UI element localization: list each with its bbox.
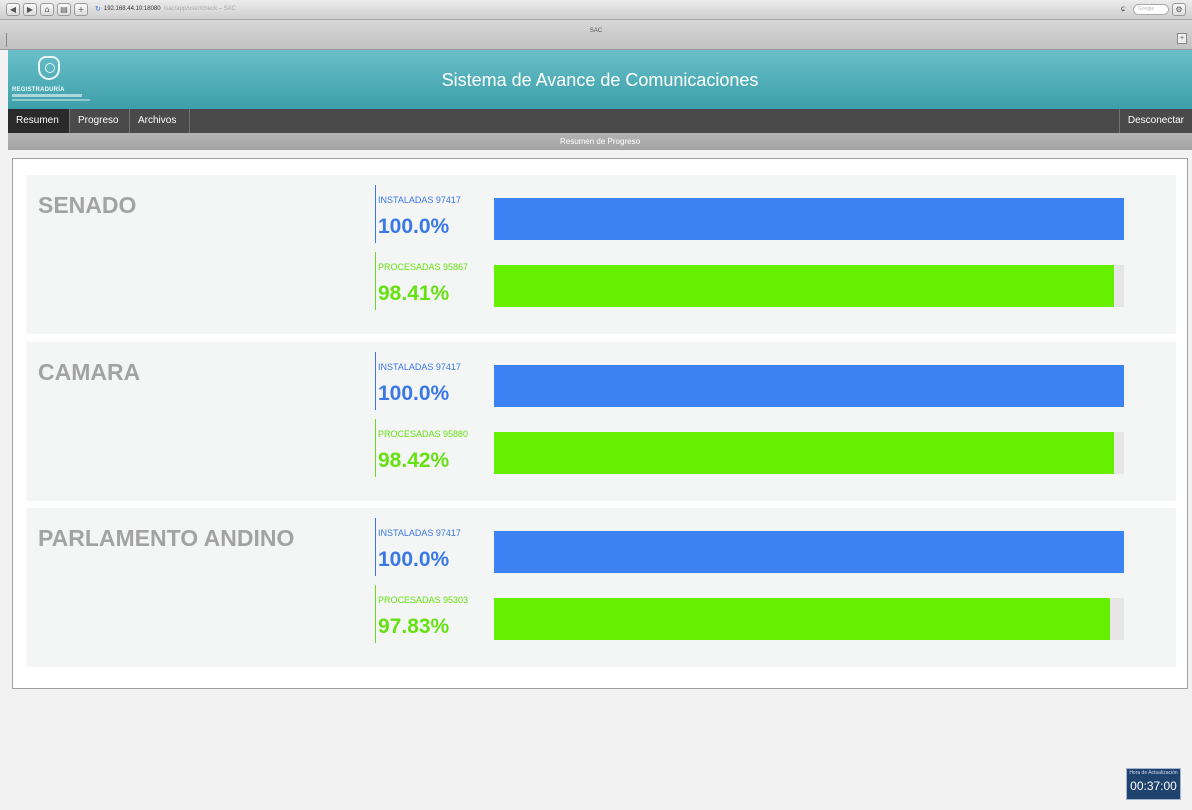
forward-button[interactable]: ▶ [23,3,37,16]
processed-bar [494,432,1115,474]
processed-metric: PROCESADAS 95303 97.83% [375,585,1150,643]
progress-panel: SENADO INSTALADAS 97417 100.0% PROCESADA… [12,158,1188,689]
new-tab-button[interactable]: + [1177,33,1187,44]
rss-icon[interactable]: ɕ [1116,3,1130,16]
installed-label: INSTALADAS 97417 [378,195,461,205]
progress-track [494,198,1124,240]
progress-track [494,365,1124,407]
add-tab-button[interactable]: + [74,3,88,16]
update-timer: Hora de Actualización 00:37:00 [1126,768,1181,800]
installed-percent: 100.0% [378,382,450,405]
logo-tagline [12,94,82,97]
installed-metric: INSTALADAS 97417 100.0% [375,185,1150,243]
progress-track [494,598,1124,640]
logo-tagline-small [12,99,90,101]
installed-percent: 100.0% [378,215,450,238]
section-title: CAMARA [38,359,141,385]
search-input[interactable]: Google [1133,4,1169,15]
metric-marker [375,419,376,477]
installed-label: INSTALADAS 97417 [378,528,461,538]
metric-marker [375,252,376,310]
processed-label: PROCESADAS 95867 [378,262,469,272]
processed-percent: 98.42% [378,449,450,472]
reload-icon[interactable]: ↻ [95,3,101,16]
home-icon[interactable]: ⌂ [40,3,54,16]
metric-marker [375,585,376,643]
toolbar-right: ɕ Google ⚙ [1116,3,1186,16]
back-button[interactable]: ◀ [6,3,20,16]
progress-track [494,265,1124,307]
processed-percent: 98.41% [378,282,450,305]
metric-marker [375,518,376,576]
installed-metric: INSTALADAS 97417 100.0% [375,352,1150,410]
settings-icon[interactable]: ⚙ [1172,3,1186,16]
processed-metric: PROCESADAS 95880 98.42% [375,419,1150,477]
app-header: REGISTRADURÍA Sistema de Avance de Comun… [8,50,1192,109]
bookmarks-icon[interactable]: ▤ [57,3,71,16]
nav-resumen[interactable]: Resumen [8,109,70,133]
tab-divider [6,33,7,47]
address-host: 192.168.44.10:18080 [103,6,161,12]
logout-button[interactable]: Desconectar [1118,109,1192,133]
section-parlamento-andino: PARLAMENTO ANDINO INSTALADAS 97417 100.0… [26,508,1176,667]
section-title: PARLAMENTO ANDINO [38,525,295,551]
metric-marker [375,352,376,410]
metric-marker [375,185,376,243]
installed-bar [494,198,1124,240]
processed-percent: 97.83% [378,615,450,638]
installed-bar [494,531,1124,573]
section-senado: SENADO INSTALADAS 97417 100.0% PROCESADA… [26,175,1176,334]
main-nav: Resumen Progreso Archivos Desconectar [8,109,1192,133]
section-camara: CAMARA INSTALADAS 97417 100.0% PROCESADA… [26,342,1176,501]
processed-metric: PROCESADAS 95867 98.41% [375,252,1150,310]
timer-label: Hora de Actualización [1129,770,1178,776]
app-title: Sistema de Avance de Comunicaciones [441,70,759,90]
processed-bar [494,265,1114,307]
address-path: /sac/app/user/check – SAC [163,6,236,12]
tab-bar: SAC + [0,20,1192,50]
timer-value: 00:37:00 [1130,779,1177,793]
installed-metric: INSTALADAS 97417 100.0% [375,518,1150,576]
nav-archivos[interactable]: Archivos [130,109,190,133]
installed-percent: 100.0% [378,548,450,571]
section-header: Resumen de Progreso [8,133,1192,150]
installed-bar [494,365,1124,407]
installed-label: INSTALADAS 97417 [378,362,461,372]
progress-track [494,432,1124,474]
browser-toolbar: ◀ ▶ ⌂ ▤ + ↻ 192.168.44.10:18080 /sac/app… [0,0,1192,20]
section-title: SENADO [38,192,137,218]
processed-label: PROCESADAS 95880 [378,429,469,439]
processed-label: PROCESADAS 95303 [378,595,469,605]
progress-track [494,531,1124,573]
nav-progreso[interactable]: Progreso [70,109,130,133]
processed-bar [494,598,1111,640]
tab-title[interactable]: SAC [0,28,1192,34]
address-bar[interactable]: ↻ 192.168.44.10:18080 /sac/app/user/chec… [95,3,236,16]
